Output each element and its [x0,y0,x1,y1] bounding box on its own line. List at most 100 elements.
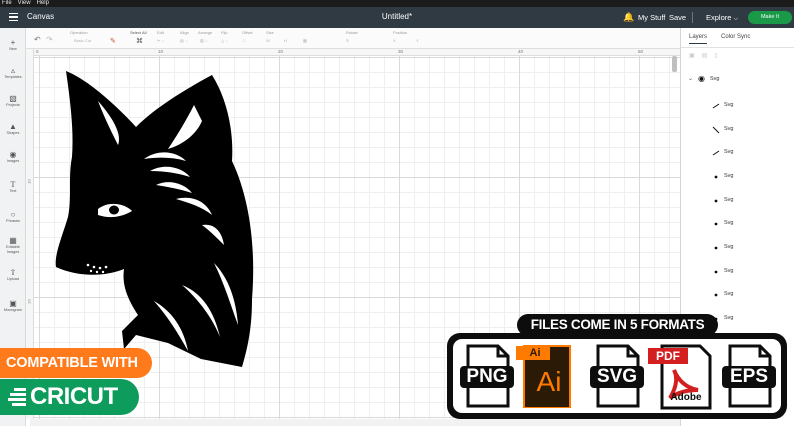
layer-thumbnail-icon [712,103,720,109]
layer-row[interactable]: Svg [681,124,794,136]
layer-label: Svg [724,220,734,226]
layer-thumbnail-icon [712,126,720,134]
arrange-icon[interactable]: ▧ ⌵ [200,38,208,43]
header-divider [692,12,693,23]
pen-icon[interactable]: ✎ [110,37,116,45]
rail-item-upload[interactable]: ⇧ Upload [0,268,26,282]
rail-item-label: Images [6,159,20,163]
rail-item-images[interactable]: ◉ Images [0,150,26,164]
bell-icon[interactable]: 🔔 [623,12,634,23]
rail-item-editable-images[interactable]: ▦ Editable Images [0,236,26,255]
x-field[interactable]: X [393,38,396,43]
menu-file[interactable]: File [2,0,12,7]
layer-thumbnail-icon [714,293,718,297]
adobe-label: Adobe [670,392,702,403]
ai-tab-label: Ai [529,347,541,359]
layer-row[interactable]: Svg [681,171,794,183]
delete-icon[interactable]: ▯ [714,53,724,59]
rail-item-label: Shapes [6,131,20,135]
compatible-banner: COMPATIBLE WITH [0,348,152,378]
layer-label: Svg [724,268,734,274]
flip-label: Flip [221,30,228,35]
png-label: PNG [466,366,508,387]
layer-row[interactable]: Svg [681,147,794,159]
redo-icon[interactable]: ↷ [46,35,53,44]
width-field[interactable]: W [266,38,270,43]
rail-item-new[interactable]: + New [0,38,26,52]
rail-item-label: Projects [6,103,20,107]
explore-dropdown[interactable]: Explore ⌵ [706,13,738,23]
chat-icon: ○ [10,210,16,219]
cricut-label: CRICUT [30,383,118,410]
layer-row[interactable]: Svg [681,289,794,301]
layer-thumbnail-icon [714,199,718,203]
select-all-icon[interactable]: ⌘ [136,37,143,45]
layer-row[interactable]: Svg [681,242,794,254]
text-icon: T [10,180,16,189]
layer-label: Svg [724,315,734,321]
rail-item-projects[interactable]: ▧ Projects [0,94,26,108]
rail-item-label: Text [9,189,17,193]
os-menu-bar: File View Help [0,0,794,7]
save-button[interactable]: Save [669,13,686,22]
layer-row[interactable]: Svg [681,218,794,230]
rail-item-label: Templates [4,75,22,79]
flip-icon[interactable]: △ ⌵ [221,38,228,43]
layer-label: Svg [724,291,734,297]
y-field[interactable]: Y [416,38,419,43]
align-icon[interactable]: ▤ ⌵ [180,38,188,43]
undo-icon[interactable]: ↶ [34,35,41,44]
tab-color-sync[interactable]: Color Sync [721,34,750,40]
edit-toolbar: ↶ ↷ Operation Basic Cut ✎ Select All ⌘ E… [26,28,680,49]
rail-item-monogram[interactable]: ▣ Monogram [0,299,26,313]
eps-label: EPS [729,366,769,387]
layer-thumbnail-icon [714,270,718,274]
formats-title: FILES COME IN 5 FORMATS [517,314,718,336]
ruler-tick: 20 [278,49,284,54]
rail-item-label: Monogram [3,308,23,312]
duplicate-icon[interactable]: ▤ [702,53,715,59]
my-stuff-link[interactable]: My Stuff [638,13,665,22]
rotate-icon[interactable]: ↻ [346,38,349,43]
offset-icon[interactable]: □ [243,38,245,43]
shapes-icon: ▲ [9,122,17,131]
rail-item-shapes[interactable]: ▲ Shapes [0,122,26,136]
layer-group-row[interactable]: ⌄ ◉ Svg [681,74,794,86]
ruler-top: 0 10 20 30 40 50 [26,49,680,56]
rail-item-phrases[interactable]: ○ Phrases [0,210,26,224]
horizontal-scrollbar[interactable] [30,419,680,426]
ruler-tick: 20 [26,299,32,304]
layer-row[interactable]: Svg [681,100,794,112]
cricut-bars-icon [8,388,26,406]
make-it-button[interactable]: Make It [748,11,792,24]
layer-thumbnail-icon [714,175,718,179]
layer-label: Svg [724,244,734,250]
rotate-label: Rotate [346,30,358,35]
group-icon[interactable]: ▣ [689,53,702,59]
rail-item-text[interactable]: T Text [0,180,26,194]
ruler-tick: 40 [518,49,524,54]
offset-label: Offset [242,30,253,35]
arrange-label: Arrange [198,30,213,35]
rail-item-templates[interactable]: ▵ Templates [0,66,26,80]
height-field[interactable]: H [284,38,287,43]
menu-help[interactable]: Help [37,0,49,7]
layer-thumbnail-icon [712,150,720,156]
bulb-icon: ◉ [9,150,17,159]
operation-select[interactable]: Basic Cut [74,38,91,43]
layer-row[interactable]: Svg [681,195,794,207]
menu-view[interactable]: View [18,0,31,7]
size-label: Size [266,30,274,35]
layer-actions: ▣▤▯ [689,52,789,66]
tab-layers[interactable]: Layers [689,34,708,44]
panel-tabs: Layers Color Sync [681,28,794,48]
layer-row[interactable]: Svg [681,266,794,278]
projects-icon: ▧ [9,94,17,103]
ruler-tick: 50 [638,49,644,54]
lock-icon[interactable]: ▩ [303,38,307,43]
vertical-scrollbar[interactable] [672,56,677,72]
ai-file-icon: Ai Ai [516,344,574,409]
position-label: Position [393,30,408,35]
chevron-down-icon[interactable]: ⌄ [688,75,693,82]
edit-tool-icon[interactable]: ✂ ⌵ [157,38,165,43]
